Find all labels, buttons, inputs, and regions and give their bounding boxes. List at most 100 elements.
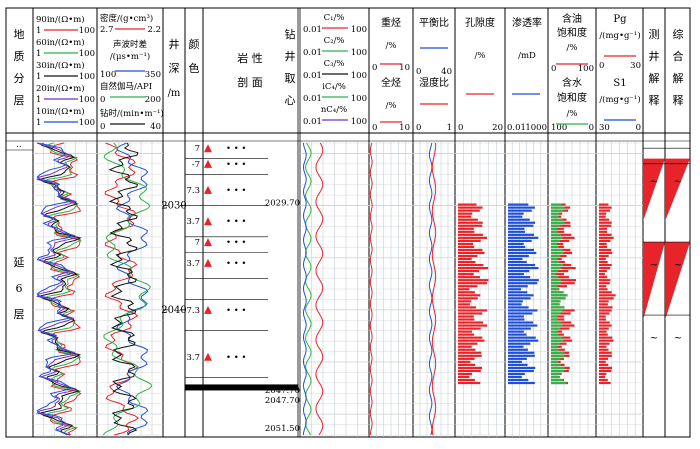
- resistivity-max: 100: [79, 49, 95, 59]
- density-min: 2.7: [100, 25, 114, 35]
- perm-bar: [508, 369, 534, 373]
- porosity-bar: [458, 300, 472, 303]
- pg-unit: /(mg•g⁻¹): [599, 30, 640, 41]
- porosity-bar: [458, 354, 482, 357]
- density-max: 2.2: [147, 25, 161, 35]
- wetness-min: 0: [416, 123, 421, 133]
- porosity-bar: [458, 263, 484, 267]
- perm-bar: [508, 248, 535, 252]
- porosity-bar: [458, 236, 488, 239]
- watsat-bar: [551, 239, 561, 242]
- gas-max: 100: [351, 71, 367, 81]
- perm-bar: [508, 342, 531, 345]
- interp1-header-char: 解: [649, 71, 660, 85]
- watsat-bar: [551, 251, 564, 255]
- watsat-bar: [551, 215, 559, 218]
- porosity-bar: [458, 260, 476, 264]
- pg-bar: [599, 318, 607, 321]
- perm-bar: [508, 230, 526, 233]
- pg-bar: [599, 263, 612, 267]
- gas-min: 0.01: [303, 94, 322, 104]
- porosity-unit: /%: [475, 51, 486, 61]
- perm-unit: /mD: [518, 51, 536, 61]
- perm-bar: [508, 242, 524, 246]
- lith-pattern: • • •: [226, 259, 246, 269]
- lith-label: -7: [192, 160, 200, 170]
- gas-label: C₃/%: [324, 59, 345, 69]
- perm-bar: [508, 224, 534, 227]
- strata-header-char: 层: [14, 94, 25, 107]
- porosity-bar: [458, 309, 488, 312]
- log-svg: 地质分层90in/(Ω•m)1 10060in/(Ω•m)1 10030in/(Ω•…: [5, 7, 691, 438]
- gas-max: 100: [351, 117, 367, 127]
- core-header-char: 心: [285, 94, 296, 107]
- resistivity-label: 90in/(Ω•m): [36, 14, 85, 25]
- depth-tick-label: 2030: [161, 201, 186, 212]
- porosity-bar: [458, 333, 475, 336]
- watsat-bar: [551, 357, 561, 360]
- core-header-char: 取: [285, 72, 296, 85]
- porosity-bar: [458, 203, 477, 206]
- interp-pay-zone: [665, 242, 690, 321]
- watsat-bar: [551, 212, 560, 215]
- gr-label: 自然伽马/API: [100, 81, 152, 92]
- pg-max: 30: [630, 61, 641, 71]
- lith-header: 剖 面: [237, 75, 263, 89]
- perm-bar: [508, 233, 535, 236]
- watsat-bar: [551, 257, 558, 261]
- porosity-bar: [458, 206, 483, 209]
- oilsat-min: 0: [551, 64, 556, 74]
- wetness-max: 1: [447, 123, 452, 133]
- porosity-bar: [458, 248, 483, 252]
- perm-bar: [508, 257, 523, 261]
- pg-bar: [599, 239, 611, 242]
- watsat-bar: [551, 285, 558, 288]
- lith-pattern: • • •: [226, 306, 246, 316]
- porosity-max: 20: [492, 123, 503, 133]
- oilsat-label: 含油: [562, 12, 582, 25]
- perm-bar: [508, 333, 527, 336]
- watsat-bar: [551, 333, 559, 336]
- pg-bar: [599, 215, 606, 218]
- porosity-bar: [458, 212, 473, 215]
- perm-bar: [508, 251, 537, 255]
- porosity-bar: [458, 339, 485, 342]
- pg-label: Pg: [613, 14, 627, 25]
- perm-bar: [508, 366, 536, 369]
- watsat-bar: [551, 321, 561, 324]
- porosity-bar: [458, 375, 470, 379]
- porosity-bar: [458, 324, 488, 327]
- resistivity-min: 1: [36, 95, 41, 105]
- watsat-bar: [551, 224, 561, 227]
- watsat-bar: [551, 324, 563, 327]
- rop-max: 40: [150, 122, 161, 132]
- porosity-bar: [458, 251, 485, 255]
- strata-header-char: 质: [14, 50, 25, 63]
- lith-triangle-icon: [204, 238, 212, 247]
- gas-max: 100: [351, 94, 367, 104]
- total-max: 10: [399, 123, 410, 133]
- watsat-bar: [551, 282, 561, 285]
- watsat-bar: [551, 270, 558, 273]
- perm-bar: [508, 318, 525, 321]
- pg-bar: [599, 339, 614, 342]
- pg-bar: [599, 309, 612, 312]
- resistivity-min: 1: [36, 49, 41, 59]
- interp2-header-char: 解: [673, 71, 684, 85]
- porosity-bar: [458, 351, 482, 354]
- watsat-bar: [551, 227, 558, 230]
- porosity-bar: [458, 266, 489, 270]
- oilsat-label: 饱和度: [557, 26, 587, 39]
- sonic-max: 350: [145, 70, 161, 80]
- pg-bar: [599, 270, 607, 273]
- resistivity-min: 1: [36, 72, 41, 82]
- lith-pattern: • • •: [226, 186, 246, 196]
- perm-bar: [508, 381, 535, 385]
- perm-bar: [508, 345, 524, 348]
- lith-triangle-icon: [204, 185, 212, 194]
- watsat-bar: [551, 366, 565, 369]
- rop-label: 钻时/(min•m⁻¹): [100, 108, 164, 119]
- porosity-bar: [458, 327, 481, 330]
- perm-bar: [508, 360, 523, 363]
- watsat-bar: [551, 372, 561, 376]
